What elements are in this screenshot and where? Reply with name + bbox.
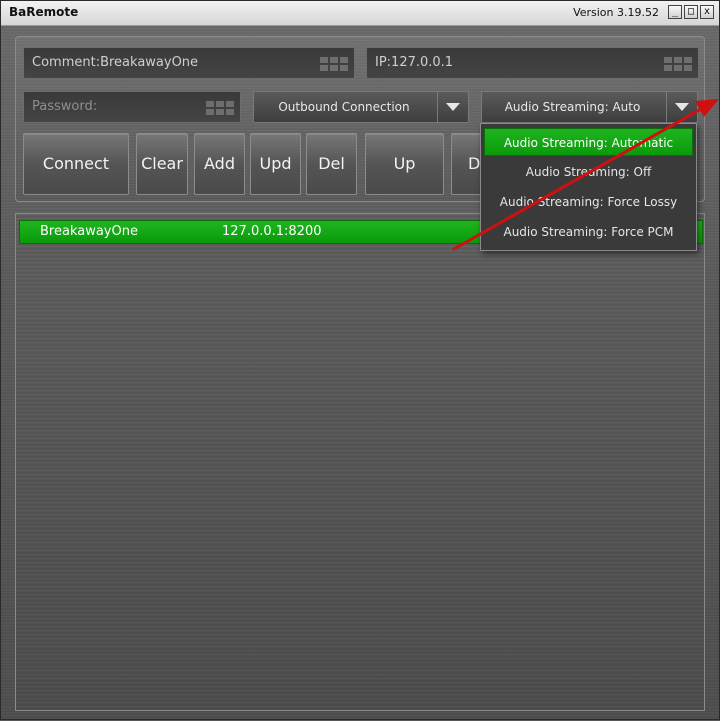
audio-option-force-pcm[interactable]: Audio Streaming: Force PCM [484, 218, 693, 246]
keypad-icon[interactable] [320, 57, 348, 71]
keypad-icon[interactable] [664, 57, 692, 71]
update-button[interactable]: Upd [250, 133, 301, 195]
ip-field[interactable]: IP:127.0.0.1 [366, 47, 699, 79]
audio-option-force-lossy[interactable]: Audio Streaming: Force Lossy [484, 188, 693, 216]
add-button[interactable]: Add [194, 133, 245, 195]
remote-list[interactable]: BreakawayOne 127.0.0.1:8200 [15, 213, 705, 711]
chevron-down-icon[interactable] [666, 92, 697, 122]
audio-streaming-dropdown[interactable]: Audio Streaming: Automatic Audio Streami… [480, 123, 697, 251]
maximize-button[interactable]: □ [684, 5, 698, 19]
audio-option-automatic[interactable]: Audio Streaming: Automatic [484, 128, 693, 156]
window-title: BaRemote [9, 5, 79, 19]
clear-button[interactable]: Clear [136, 133, 188, 195]
title-bar[interactable]: BaRemote Version 3.19.52 _ □ x [1, 1, 719, 26]
comment-value: Comment:BreakawayOne [32, 55, 199, 70]
audio-streaming-select[interactable]: Audio Streaming: Auto [481, 91, 698, 123]
remote-address: 127.0.0.1:8200 [222, 224, 322, 239]
comment-field[interactable]: Comment:BreakawayOne [23, 47, 355, 79]
password-field[interactable]: Password: [23, 91, 241, 123]
minimize-button[interactable]: _ [668, 5, 682, 19]
baremote-window: BaRemote Version 3.19.52 _ □ x Comment:B… [0, 0, 720, 720]
connect-button[interactable]: Connect [23, 133, 129, 195]
remote-name: BreakawayOne [40, 224, 138, 239]
password-placeholder: Password: [32, 99, 98, 114]
connection-mode-select[interactable]: Outbound Connection [253, 91, 469, 123]
connection-mode-value: Outbound Connection [278, 100, 410, 114]
delete-button[interactable]: Del [306, 133, 357, 195]
version-label: Version 3.19.52 [573, 6, 659, 19]
keypad-icon[interactable] [206, 101, 234, 115]
audio-option-off[interactable]: Audio Streaming: Off [484, 158, 693, 186]
audio-streaming-value: Audio Streaming: Auto [504, 100, 641, 114]
move-up-button[interactable]: Up [365, 133, 444, 195]
ip-value: IP:127.0.0.1 [375, 55, 454, 70]
chevron-down-icon[interactable] [437, 92, 468, 122]
close-button[interactable]: x [700, 5, 714, 19]
